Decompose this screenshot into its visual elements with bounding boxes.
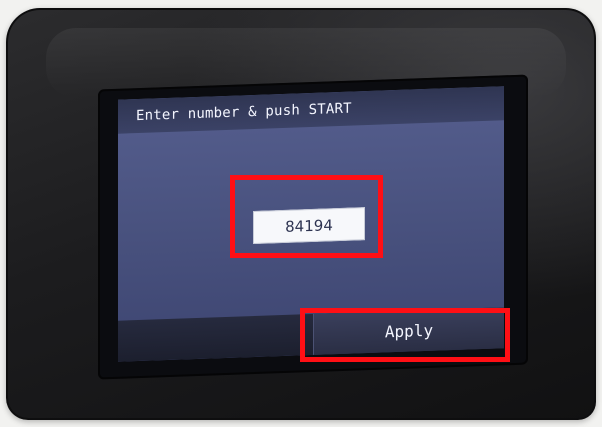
apply-button-highlight: [300, 308, 510, 362]
number-field-highlight: [230, 175, 383, 258]
instruction-text: Enter number & push START: [136, 100, 352, 125]
